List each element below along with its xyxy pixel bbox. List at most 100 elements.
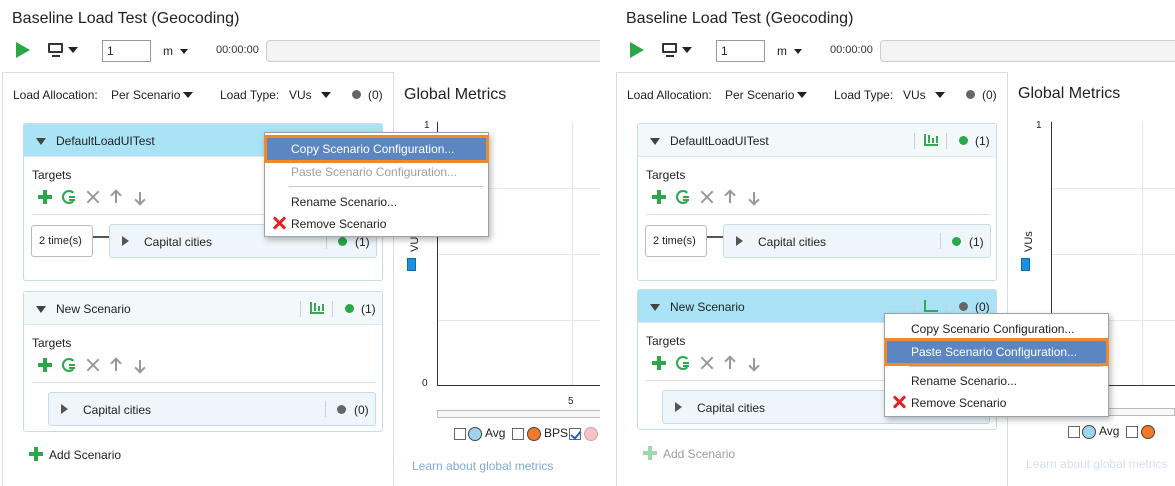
targets-label: Targets — [32, 336, 72, 350]
plus-icon — [29, 447, 43, 461]
target-name: Capital cities — [83, 403, 152, 417]
load-type-select[interactable]: VUs — [289, 88, 312, 102]
loop-icon[interactable] — [62, 190, 76, 204]
right-screenshot-panel: Baseline Load Test (Geocoding) m 00:00:0… — [614, 0, 1175, 486]
move-up-icon[interactable] — [110, 190, 122, 204]
delete-icon[interactable] — [700, 356, 714, 370]
chart-scrollbar[interactable] — [437, 410, 600, 418]
delete-icon[interactable] — [700, 190, 714, 204]
menu-paste-configuration[interactable]: Paste Scenario Configuration... — [884, 338, 1109, 366]
chart-icon[interactable] — [924, 134, 938, 146]
add-target-icon[interactable] — [652, 356, 666, 370]
chevron-down-icon[interactable] — [794, 49, 802, 54]
collapse-icon[interactable] — [650, 138, 660, 145]
add-target-icon[interactable] — [38, 190, 52, 204]
add-target-icon[interactable] — [652, 190, 666, 204]
menu-rename-scenario[interactable]: Rename Scenario... — [887, 370, 1106, 392]
elapsed-timer: 00:00:00 — [830, 44, 873, 56]
collapse-icon[interactable] — [650, 304, 660, 311]
move-down-icon[interactable] — [748, 190, 760, 204]
y-tick: 0 — [422, 378, 428, 389]
menu-remove-scenario[interactable]: Remove Scenario — [267, 213, 486, 235]
load-type-select[interactable]: VUs — [903, 88, 926, 102]
series-swatch — [584, 427, 598, 441]
target-count: (1) — [969, 235, 984, 249]
loop-icon[interactable] — [676, 356, 690, 370]
duration-input[interactable] — [716, 40, 765, 62]
scenario-card: New Scenario (1) Targets Capital cities — [23, 291, 383, 432]
menu-remove-scenario[interactable]: Remove Scenario — [887, 392, 1106, 414]
chart-icon[interactable] — [924, 300, 938, 312]
x-tick: 5 — [568, 396, 574, 407]
status-dot — [345, 304, 354, 313]
learn-metrics-link[interactable]: Learn about global metrics — [412, 459, 553, 473]
target-name: Capital cities — [697, 401, 766, 415]
remove-icon — [892, 395, 906, 409]
expand-icon[interactable] — [736, 236, 743, 246]
scenario-name: New Scenario — [670, 300, 745, 314]
avg-checkbox[interactable] — [1068, 426, 1080, 438]
menu-copy-configuration[interactable]: Copy Scenario Configuration... — [264, 135, 489, 163]
window-title: Baseline Load Test (Geocoding) — [626, 10, 854, 27]
target-row[interactable]: Capital cities (1) — [723, 224, 991, 258]
y-tick: 1 — [1036, 120, 1042, 131]
chevron-down-icon[interactable] — [183, 92, 193, 98]
move-up-icon[interactable] — [724, 356, 736, 370]
target-row[interactable]: Capital cities (0) — [48, 392, 376, 426]
bps-swatch — [1141, 425, 1155, 439]
add-target-icon[interactable] — [38, 358, 52, 372]
move-up-icon[interactable] — [110, 358, 122, 372]
menu-copy-configuration[interactable]: Copy Scenario Configuration... — [887, 318, 1106, 340]
chevron-down-icon[interactable] — [180, 49, 188, 54]
expand-icon[interactable] — [675, 402, 682, 412]
scenario-header[interactable]: DefaultLoadUITest (1) — [638, 124, 996, 157]
run-icon[interactable] — [630, 42, 644, 58]
monitor-dropdown-button[interactable] — [662, 41, 696, 59]
loop-times[interactable]: 2 time(s) — [31, 225, 93, 257]
chart-icon[interactable] — [310, 302, 324, 314]
move-down-icon[interactable] — [748, 356, 760, 370]
run-icon[interactable] — [16, 42, 30, 58]
expand-icon[interactable] — [122, 236, 129, 246]
allocation-select[interactable]: Per Scenario — [725, 88, 794, 102]
status-dot — [959, 302, 968, 311]
bps-checkbox[interactable] — [512, 428, 524, 440]
avg-checkbox[interactable] — [454, 428, 466, 440]
chevron-down-icon[interactable] — [321, 92, 331, 98]
expand-icon[interactable] — [61, 404, 68, 414]
bps-checkbox[interactable] — [1126, 426, 1138, 438]
status-dot — [959, 136, 968, 145]
duration-input[interactable] — [102, 40, 151, 62]
collapse-icon[interactable] — [36, 306, 46, 313]
move-up-icon[interactable] — [724, 190, 736, 204]
move-down-icon[interactable] — [134, 358, 146, 372]
bps-swatch — [527, 427, 541, 441]
menu-rename-scenario[interactable]: Rename Scenario... — [267, 191, 486, 213]
allocation-label: Load Allocation: — [627, 88, 712, 102]
duration-unit[interactable]: m — [163, 44, 173, 58]
total-count: (0) — [368, 88, 383, 102]
allocation-label: Load Allocation: — [13, 88, 98, 102]
scenarios-pane: Load Allocation: Per Scenario Load Type:… — [616, 72, 1008, 486]
delete-icon[interactable] — [86, 190, 100, 204]
learn-metrics-link[interactable]: Learn about global metrics — [1026, 457, 1167, 471]
targets-label: Targets — [646, 334, 686, 348]
loop-icon[interactable] — [62, 358, 76, 372]
loop-times[interactable]: 2 time(s) — [645, 225, 707, 257]
delete-icon[interactable] — [86, 358, 100, 372]
chevron-down-icon[interactable] — [935, 92, 945, 98]
duration-unit[interactable]: m — [777, 44, 787, 58]
move-down-icon[interactable] — [134, 190, 146, 204]
monitor-dropdown-button[interactable] — [48, 41, 82, 59]
scenario-header[interactable]: New Scenario (1) — [24, 292, 382, 325]
allocation-select[interactable]: Per Scenario — [111, 88, 180, 102]
chevron-down-icon[interactable] — [797, 92, 807, 98]
status-dot — [352, 90, 361, 99]
status-dot — [952, 237, 961, 246]
y-tick: 1 — [424, 120, 430, 131]
collapse-icon[interactable] — [36, 138, 46, 145]
monitor-icon — [662, 43, 677, 53]
progress-bar — [880, 40, 1175, 62]
loop-icon[interactable] — [676, 190, 690, 204]
series-checkbox[interactable] — [569, 428, 581, 440]
